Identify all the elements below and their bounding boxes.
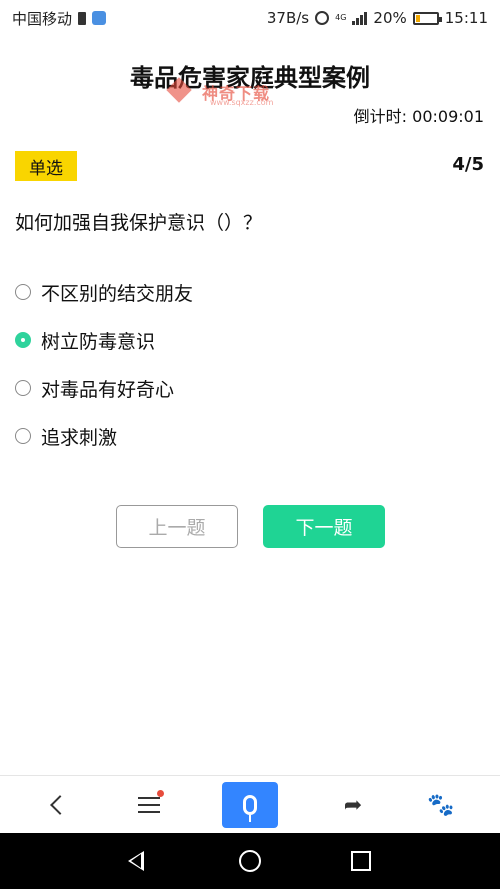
- option-label: 追求刺激: [41, 426, 118, 449]
- status-bar-left: 中国移动: [12, 8, 107, 29]
- system-nav-bar: [0, 833, 500, 889]
- share-icon[interactable]: ➦: [336, 776, 370, 834]
- option-label: 树立防毒意识: [41, 330, 156, 353]
- nav-home-icon[interactable]: [239, 850, 261, 872]
- option-item[interactable]: 不区别的结交朋友: [15, 268, 193, 316]
- radio-button[interactable]: [15, 332, 31, 348]
- alarm-icon: [315, 11, 330, 25]
- radio-button[interactable]: [15, 428, 31, 444]
- battery-level: [415, 14, 420, 22]
- browser-toolbar: ➦ 🐾: [0, 775, 500, 833]
- watermark: 神奇下载 www.sqxzz.com: [168, 80, 274, 107]
- voice-search-button[interactable]: [222, 782, 278, 828]
- network-type: 4G: [335, 13, 347, 22]
- next-question-button[interactable]: 下一题: [263, 505, 385, 548]
- status-bar-right: 37B/s 4G 20% 15:11: [267, 9, 488, 27]
- option-item[interactable]: 对毒品有好奇心: [15, 364, 193, 412]
- notification-dot: [157, 790, 164, 797]
- option-label: 不区别的结交朋友: [41, 282, 194, 305]
- back-icon[interactable]: [40, 776, 74, 834]
- question-text: 如何加强自我保护意识（）？: [15, 212, 263, 234]
- radio-button[interactable]: [15, 380, 31, 396]
- baidu-paw-icon[interactable]: 🐾: [424, 776, 458, 834]
- radio-button[interactable]: [15, 284, 31, 300]
- option-item[interactable]: 追求刺激: [15, 412, 193, 460]
- carrier-name: 中国移动: [12, 9, 73, 28]
- watermark-url: www.sqxzz.com: [210, 98, 274, 107]
- network-speed: 37B/s: [266, 9, 310, 27]
- status-bar: 中国移动 37B/s 4G 20% 15:11: [0, 0, 500, 36]
- nav-recents-icon[interactable]: [351, 851, 371, 871]
- sim-card-icon: [78, 11, 87, 25]
- previous-question-button[interactable]: 上一题: [116, 505, 238, 548]
- microphone-icon: [243, 795, 257, 822]
- watermark-logo-icon: [168, 81, 196, 103]
- battery-icon: [412, 11, 442, 25]
- answer-options: 不区别的结交朋友 树立防毒意识 对毒品有好奇心 追求刺激: [15, 268, 193, 460]
- clock: 15:11: [444, 9, 488, 27]
- option-item[interactable]: 树立防毒意识: [15, 316, 193, 364]
- question-progress: 4/5: [452, 154, 484, 175]
- nav-back-icon[interactable]: [128, 851, 144, 871]
- menu-icon[interactable]: [132, 776, 166, 834]
- signal-icon: [352, 11, 368, 25]
- app-notification-icon: [92, 11, 107, 25]
- question-type-badge: 单选: [15, 151, 77, 181]
- countdown-timer: 倒计时: 00:09:01: [353, 107, 484, 126]
- battery-percent: 20%: [373, 9, 407, 27]
- option-label: 对毒品有好奇心: [41, 378, 175, 401]
